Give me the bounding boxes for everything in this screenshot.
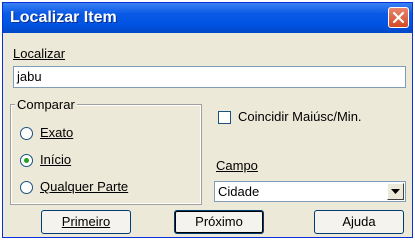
match-case-checkbox[interactable] [218, 111, 231, 124]
radio-start[interactable] [20, 154, 33, 167]
next-button[interactable]: Próximo [174, 210, 264, 234]
close-button[interactable] [388, 7, 409, 28]
first-button[interactable]: Primeiro [41, 210, 131, 234]
radio-selected-dot [24, 158, 29, 163]
radio-any-part-label[interactable]: Qualquer Parte [40, 179, 128, 194]
radio-exact-label[interactable]: Exato [40, 125, 73, 140]
close-icon [392, 11, 405, 24]
search-input[interactable]: jabu [13, 66, 406, 88]
window-title: Localizar Item [10, 9, 117, 26]
find-item-dialog: Localizar Item Localizar jabu Comparar E… [2, 2, 413, 238]
radio-start-label[interactable]: Início [40, 152, 71, 167]
radio-exact[interactable] [20, 127, 33, 140]
compare-group-title: Comparar [15, 97, 77, 112]
chevron-down-icon [391, 189, 400, 194]
field-select[interactable]: Cidade [214, 181, 406, 202]
field-label: Campo [216, 158, 258, 173]
radio-any-part[interactable] [20, 181, 33, 194]
help-button[interactable]: Ajuda [314, 210, 404, 234]
title-bar[interactable]: Localizar Item [3, 3, 412, 33]
field-select-value: Cidade [218, 184, 260, 199]
match-case-label[interactable]: Coincidir Maiúsc/Min. [238, 109, 362, 124]
field-dropdown-button[interactable] [387, 183, 404, 200]
search-label: Localizar [13, 46, 66, 61]
